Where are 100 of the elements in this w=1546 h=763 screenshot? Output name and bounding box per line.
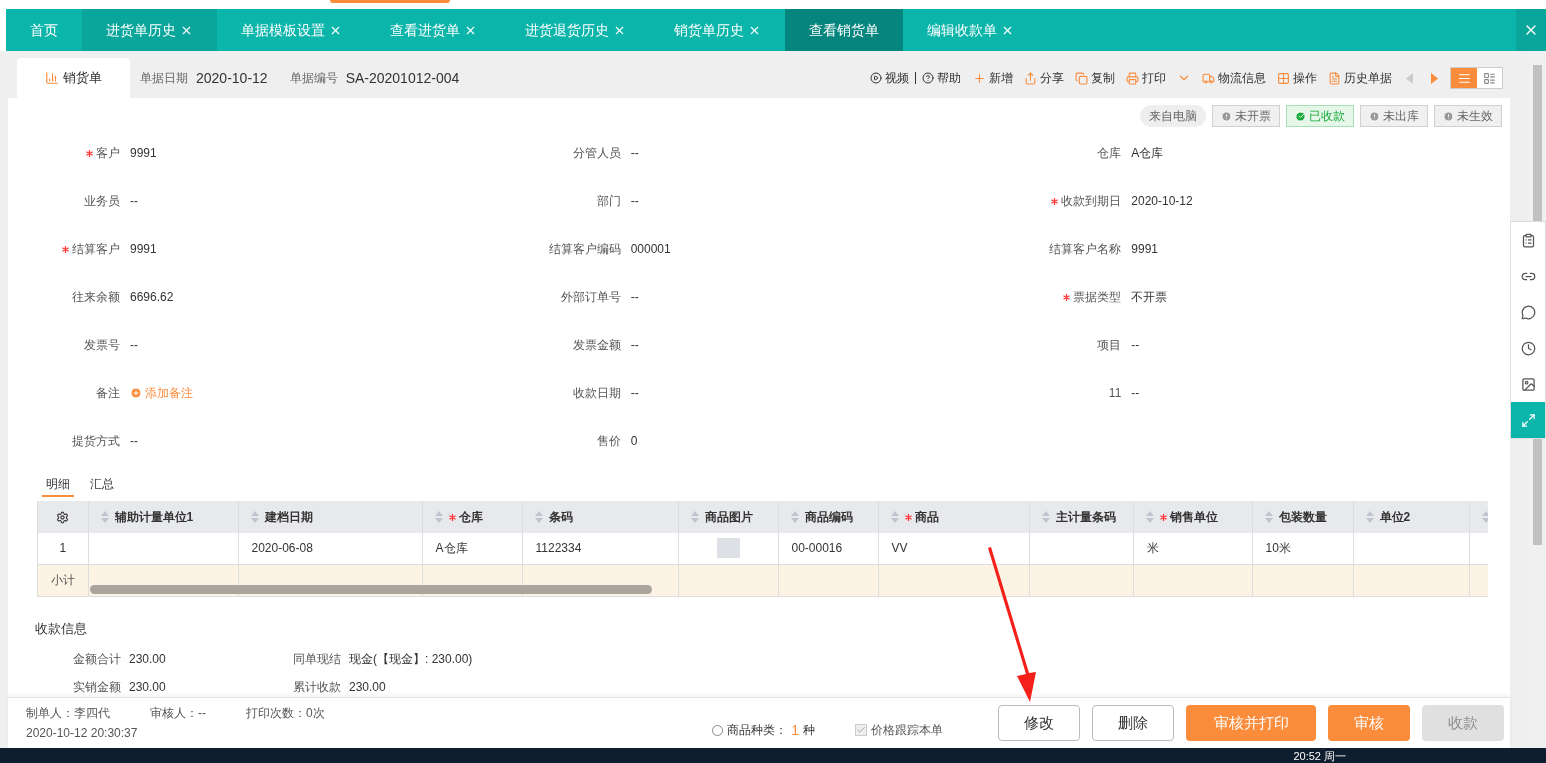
field-value: -- [130, 433, 138, 450]
field-label: 外部订单号 [560, 289, 621, 306]
field-value: 2020-10-12 [1131, 193, 1193, 210]
sort-icon[interactable] [1365, 511, 1374, 523]
toolbar-action[interactable]: 操作 [1277, 69, 1317, 87]
toolbar-action[interactable]: 新增 [973, 69, 1013, 87]
sort-icon[interactable] [1041, 511, 1050, 523]
settings-icon[interactable] [56, 510, 70, 524]
field-label: 票据类型 [1073, 289, 1122, 306]
field-value: -- [130, 337, 138, 354]
truck-icon [1202, 71, 1215, 85]
toolbar-action[interactable]: 物流信息 [1202, 69, 1266, 87]
field-value: -- [630, 145, 639, 162]
status-badge: 未开票 [1212, 105, 1280, 127]
status-badge: 未出库 [1360, 105, 1428, 127]
page-tab[interactable]: 查看销货单 [785, 9, 903, 51]
field-label: 分管人员 [572, 145, 621, 162]
date-label: 单据日期 [140, 70, 188, 87]
kinds-unit: 种 [803, 722, 815, 739]
detail-tab[interactable]: 明细 [42, 475, 74, 497]
toolbar-action[interactable]: 历史单据 [1328, 69, 1392, 87]
field-label: 发票号 [84, 337, 120, 354]
scrollbar-thumb[interactable] [90, 585, 652, 594]
next-icon[interactable] [1431, 72, 1438, 84]
field-label: 发票金额 [572, 337, 621, 354]
detail-tab[interactable]: 汇总 [86, 475, 118, 497]
sort-icon[interactable] [100, 511, 109, 523]
detail-list-icon [1483, 71, 1496, 85]
info-label: 金额合计 [72, 650, 121, 668]
clock-icon [1520, 340, 1536, 356]
field-value: 9991 [1131, 241, 1159, 258]
info-value: 230.00 [349, 678, 386, 696]
sort-icon[interactable] [890, 511, 899, 523]
field-value: -- [630, 193, 639, 210]
field-value: -- [130, 193, 138, 210]
copy-icon [1075, 71, 1088, 85]
toolbar-action[interactable]: 打印 [1126, 69, 1166, 87]
help-link[interactable]: 帮助 [922, 69, 961, 87]
field-label: 11 [1108, 385, 1122, 402]
detail-view-button[interactable] [1477, 68, 1502, 88]
video-link[interactable]: 视频 [870, 69, 909, 87]
toolbar-action[interactable]: 复制 [1075, 69, 1115, 87]
field-label: 结算客户名称 [1049, 241, 1122, 258]
table-cell: A仓库 [422, 533, 522, 564]
table-cell: 2020-06-08 [238, 533, 422, 564]
alert-icon [1369, 110, 1380, 122]
field-value: -- [1131, 385, 1140, 402]
info-value: 230.00 [129, 678, 166, 696]
creator-text: 制单人：李四代 [26, 705, 110, 722]
sort-icon[interactable] [790, 511, 799, 523]
list-icon [1457, 71, 1471, 85]
table-cell: 1122334 [522, 533, 678, 564]
field-label: 部门 [596, 193, 621, 210]
number-label: 单据编号 [289, 70, 338, 87]
subtotal-label: 小计 [38, 564, 88, 596]
field-label: 往来余额 [72, 289, 120, 306]
info-label: 实销金额 [72, 678, 121, 696]
table-cell: 米 [1133, 533, 1252, 564]
sort-icon[interactable] [1264, 511, 1273, 523]
list-view-button[interactable] [1451, 68, 1477, 88]
created-time: 2020-10-12 20:30:37 [26, 725, 139, 742]
taskbar-clock: 20:52 周一 [1293, 750, 1346, 763]
sort-icon[interactable] [1481, 511, 1488, 523]
column-header: 包装数量 [1252, 501, 1353, 533]
column-header: 商品图片 [678, 501, 778, 533]
toolbar-action[interactable]: 分享 [1024, 69, 1064, 87]
number-value: SA-20201012-004 [345, 68, 460, 88]
document-tab[interactable]: 销货单 [17, 58, 130, 98]
plus-icon [130, 387, 142, 399]
column-header: 商品编码 [778, 501, 878, 533]
prev-icon[interactable] [1406, 72, 1413, 84]
share-icon [1024, 71, 1037, 85]
info-label: 累计收款 [292, 678, 341, 696]
track-checkbox[interactable]: 价格跟踪本单 [855, 721, 943, 739]
document-icon [1328, 71, 1341, 85]
kinds-label: 商品种类： [727, 722, 788, 739]
play-icon [870, 72, 882, 84]
field-label: 结算客户 [72, 241, 120, 258]
sort-icon[interactable] [690, 511, 699, 523]
field-value: -- [630, 289, 639, 306]
column-header: 销售单位 [1133, 501, 1252, 533]
info-label: 同单现结 [292, 650, 341, 668]
action-button[interactable]: 修改 [998, 705, 1080, 741]
field-value: A仓库 [1131, 145, 1164, 162]
grid-icon [1277, 71, 1290, 85]
chart-icon [45, 71, 59, 85]
field-label: 备注 [96, 385, 120, 402]
table-cell: 10米 [1252, 533, 1353, 564]
sort-icon[interactable] [434, 511, 443, 523]
row-number: 1 [38, 533, 88, 564]
sort-icon[interactable] [1145, 511, 1154, 523]
date-value: 2020-10-12 [196, 68, 268, 88]
column-header: 单位2 [1353, 501, 1469, 533]
sort-icon[interactable] [534, 511, 543, 523]
action-button[interactable]: 删除 [1092, 705, 1174, 741]
field-label: 业务员 [84, 193, 120, 210]
help-icon [922, 72, 934, 84]
printer-icon [1126, 71, 1139, 85]
field-value: 不开票 [1131, 289, 1168, 306]
sort-icon[interactable] [250, 511, 259, 523]
